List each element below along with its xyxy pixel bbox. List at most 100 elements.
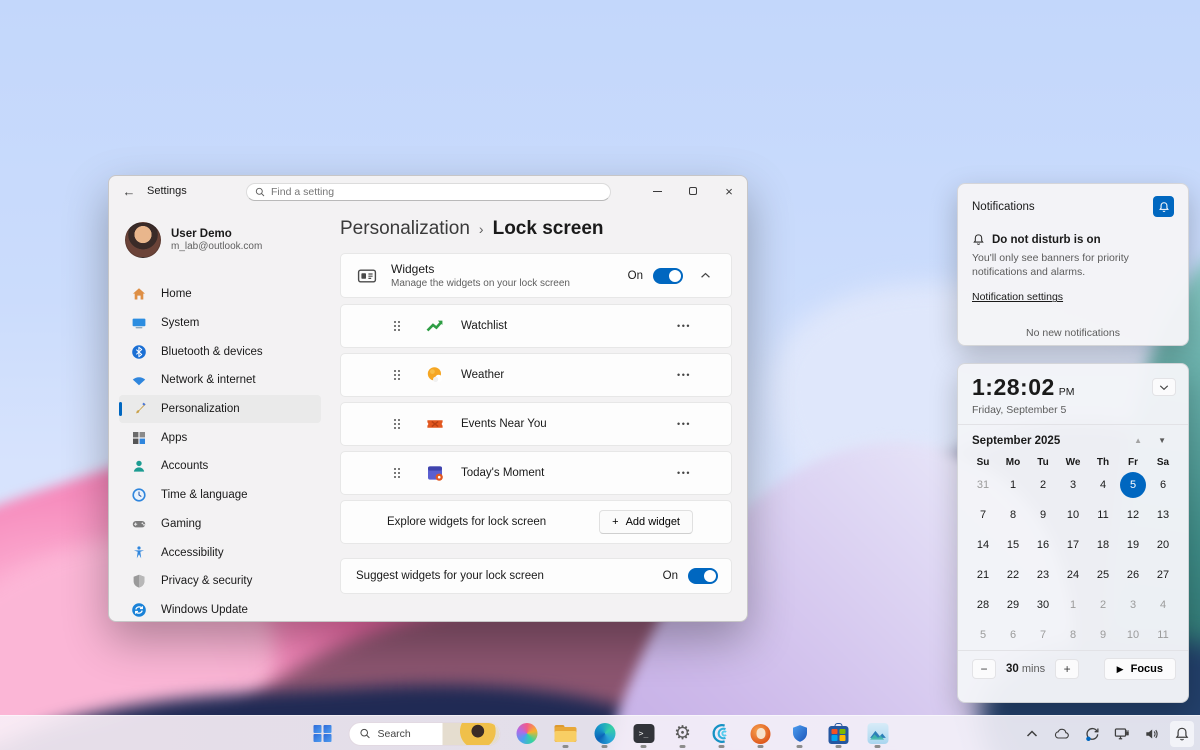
- calendar-day[interactable]: 24: [1058, 560, 1088, 590]
- calendar-day[interactable]: 6: [1148, 470, 1178, 500]
- calendar-day[interactable]: 19: [1118, 530, 1148, 560]
- sidebar-item-gaming[interactable]: Gaming: [119, 510, 321, 539]
- calendar-day[interactable]: 2: [1088, 590, 1118, 620]
- sync-tray-icon[interactable]: [1080, 721, 1104, 747]
- drag-handle-icon[interactable]: [391, 369, 403, 381]
- calendar-day[interactable]: 5: [968, 620, 998, 650]
- store-app-icon[interactable]: [826, 719, 852, 749]
- calendar-day[interactable]: 20: [1148, 530, 1178, 560]
- calendar-day[interactable]: 21: [968, 560, 998, 590]
- onedrive-tray-icon[interactable]: [1050, 721, 1074, 747]
- calendar-day[interactable]: 1: [998, 470, 1028, 500]
- drag-handle-icon[interactable]: [391, 418, 403, 430]
- volume-tray-icon[interactable]: [1140, 721, 1164, 747]
- sidebar-item-network[interactable]: Network & internet: [119, 366, 321, 395]
- calendar-day[interactable]: 14: [968, 530, 998, 560]
- suggest-widgets-toggle[interactable]: [688, 568, 718, 584]
- orange-app-icon[interactable]: [748, 719, 774, 749]
- sidebar-item-accessibility[interactable]: Accessibility: [119, 538, 321, 567]
- calendar-day-selected[interactable]: 5: [1118, 470, 1148, 500]
- calendar-day[interactable]: 30: [1028, 590, 1058, 620]
- calendar-day[interactable]: 22: [998, 560, 1028, 590]
- copilot-app-icon[interactable]: [514, 719, 540, 749]
- calendar-day[interactable]: 29: [998, 590, 1028, 620]
- calendar-day[interactable]: 8: [1058, 620, 1088, 650]
- decrease-duration-button[interactable]: −: [972, 659, 996, 679]
- find-setting-search[interactable]: Find a setting: [246, 183, 611, 201]
- back-button[interactable]: ←: [115, 180, 143, 202]
- security-app-icon[interactable]: [787, 719, 813, 749]
- calendar-day[interactable]: 4: [1088, 470, 1118, 500]
- calendar-day[interactable]: 23: [1028, 560, 1058, 590]
- calendar-day[interactable]: 13: [1148, 500, 1178, 530]
- chevron-up-icon[interactable]: [693, 264, 717, 288]
- sidebar-item-bluetooth[interactable]: Bluetooth & devices: [119, 337, 321, 366]
- notification-settings-link[interactable]: Notification settings: [972, 291, 1063, 303]
- photos-app-icon[interactable]: [865, 719, 891, 749]
- calendar-day[interactable]: 1: [1058, 590, 1088, 620]
- more-options-icon[interactable]: •••: [677, 321, 691, 331]
- calendar-day[interactable]: 7: [968, 500, 998, 530]
- collapse-calendar-button[interactable]: [1152, 378, 1176, 396]
- calendar-day[interactable]: 4: [1148, 590, 1178, 620]
- increase-duration-button[interactable]: +: [1055, 659, 1079, 679]
- settings-app-icon[interactable]: ⚙: [670, 719, 696, 749]
- more-options-icon[interactable]: •••: [677, 468, 691, 478]
- focus-button[interactable]: ▶ Focus: [1104, 658, 1176, 680]
- close-button[interactable]: ×: [711, 176, 747, 206]
- calendar-day[interactable]: 17: [1058, 530, 1088, 560]
- calendar-day[interactable]: 31: [968, 470, 998, 500]
- network-tray-icon[interactable]: [1110, 721, 1134, 747]
- drag-handle-icon[interactable]: [391, 467, 403, 479]
- do-not-disturb-button[interactable]: [1153, 196, 1174, 217]
- calendar-day[interactable]: 11: [1148, 620, 1178, 650]
- calendar-day[interactable]: 2: [1028, 470, 1058, 500]
- maximize-button[interactable]: [675, 176, 711, 206]
- sidebar-item-time[interactable]: Time & language: [119, 481, 321, 510]
- terminal-app-icon[interactable]: >_: [631, 719, 657, 749]
- calendar-day[interactable]: 3: [1058, 470, 1088, 500]
- calendar-day[interactable]: 3: [1118, 590, 1148, 620]
- sidebar-item-home[interactable]: Home: [119, 280, 321, 309]
- calendar-day[interactable]: 9: [1088, 620, 1118, 650]
- calendar-day[interactable]: 8: [998, 500, 1028, 530]
- user-account[interactable]: User Demo m_lab@outlook.com: [121, 218, 319, 262]
- sidebar-item-accounts[interactable]: Accounts: [119, 452, 321, 481]
- start-button[interactable]: [310, 719, 336, 749]
- more-options-icon[interactable]: •••: [677, 370, 691, 380]
- sidebar-item-privacy[interactable]: Privacy & security: [119, 567, 321, 596]
- sidebar-item-personalization[interactable]: Personalization: [119, 395, 321, 424]
- calendar-day[interactable]: 9: [1028, 500, 1058, 530]
- calendar-day[interactable]: 12: [1118, 500, 1148, 530]
- breadcrumb-parent[interactable]: Personalization: [340, 218, 470, 240]
- calendar-day[interactable]: 28: [968, 590, 998, 620]
- sidebar-item-apps[interactable]: Apps: [119, 423, 321, 452]
- calendar-day[interactable]: 25: [1088, 560, 1118, 590]
- minimize-button[interactable]: [639, 176, 675, 206]
- sidebar-item-update[interactable]: Windows Update: [119, 596, 321, 622]
- calendar-day[interactable]: 27: [1148, 560, 1178, 590]
- more-options-icon[interactable]: •••: [677, 419, 691, 429]
- edge-app-icon[interactable]: [592, 719, 618, 749]
- drag-handle-icon[interactable]: [391, 320, 403, 332]
- calendar-prev-button[interactable]: ▲: [1126, 434, 1150, 447]
- explorer-app-icon[interactable]: [553, 719, 579, 749]
- chevron-up-tray-icon[interactable]: [1020, 721, 1044, 747]
- calendar-day[interactable]: 26: [1118, 560, 1148, 590]
- wave-app-icon[interactable]: [709, 719, 735, 749]
- add-widget-button[interactable]: + Add widget: [599, 510, 693, 534]
- calendar-day[interactable]: 11: [1088, 500, 1118, 530]
- widgets-expander-header[interactable]: Widgets Manage the widgets on your lock …: [340, 253, 732, 298]
- calendar-day[interactable]: 6: [998, 620, 1028, 650]
- calendar-day[interactable]: 18: [1088, 530, 1118, 560]
- calendar-day[interactable]: 10: [1058, 500, 1088, 530]
- calendar-next-button[interactable]: ▼: [1150, 434, 1174, 447]
- taskbar-search-box[interactable]: Search: [349, 722, 501, 746]
- calendar-day[interactable]: 10: [1118, 620, 1148, 650]
- sidebar-item-system[interactable]: System: [119, 309, 321, 338]
- bell-tray-icon[interactable]: [1170, 721, 1194, 747]
- calendar-day[interactable]: 16: [1028, 530, 1058, 560]
- calendar-day[interactable]: 7: [1028, 620, 1058, 650]
- widgets-toggle[interactable]: [653, 268, 683, 284]
- calendar-day[interactable]: 15: [998, 530, 1028, 560]
